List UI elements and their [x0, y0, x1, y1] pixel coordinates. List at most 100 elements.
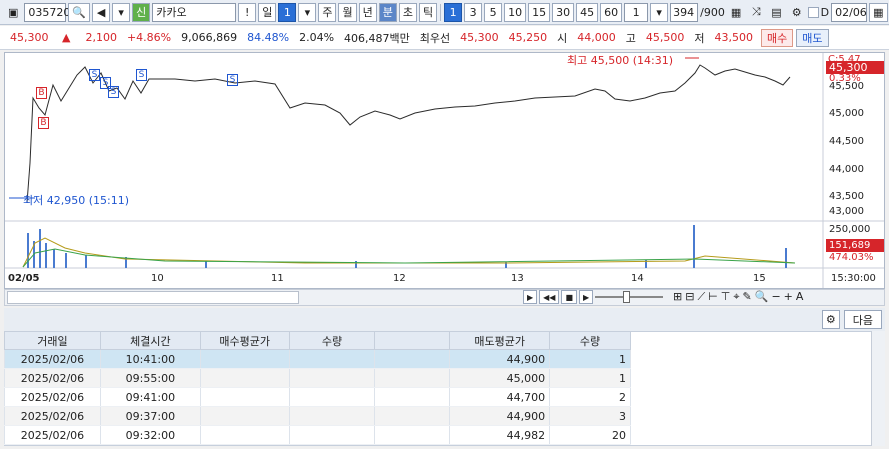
cell-date: 2025/02/06	[4, 406, 101, 426]
col-sell-avg[interactable]: 매도평균가	[449, 331, 551, 350]
cursor-icon[interactable]: ⊤	[721, 290, 731, 304]
period-tick[interactable]: 틱	[418, 2, 438, 22]
best-label: 최우선	[419, 31, 451, 45]
bid-price: 45,300	[460, 31, 499, 44]
page-input[interactable]: 394	[670, 2, 699, 22]
compare-icon[interactable]: ⤨	[747, 3, 765, 22]
period-minute[interactable]: 분	[378, 2, 397, 22]
interval-45[interactable]: 45	[576, 2, 599, 22]
interval-10[interactable]: 10	[504, 2, 527, 22]
cell-sell-qty: 1	[549, 368, 631, 388]
settings-icon[interactable]: ⚙	[788, 3, 806, 22]
count-input[interactable]: 1	[624, 2, 649, 22]
alert-button[interactable]: !	[238, 2, 257, 22]
stock-name-field[interactable]: 카카오	[152, 2, 237, 22]
sell-button[interactable]: 매도	[796, 28, 829, 47]
cell-buy-avg	[199, 387, 290, 407]
table-row[interactable]: 2025/02/06 09:55:00 45,000 1	[4, 368, 631, 388]
date-input[interactable]: 02/06	[831, 2, 868, 22]
count-dropdown-icon[interactable]: ▾	[650, 2, 669, 22]
low-note: 최저 42,950 (15:11)	[23, 194, 130, 207]
period-dropdown-icon[interactable]: ▾	[298, 2, 317, 22]
chart-scrollbar[interactable]: ▶ ◀◀ ■ ▶ ⊞ ⊟ ⟋ ⊢ ⊤ ⌖ ✎ 🔍 − + A	[4, 289, 885, 306]
interval-30[interactable]: 30	[552, 2, 575, 22]
table-row[interactable]: 2025/02/06 09:32:00 44,982 20	[4, 425, 631, 445]
cell-sell-qty: 1	[549, 349, 631, 369]
price-chart[interactable]: 최고 45,500 (14:31) 최저 42,950 (15:11) B B …	[4, 52, 885, 289]
credit-badge: 신	[132, 2, 151, 22]
table-row[interactable]: 2025/02/06 09:41:00 44,700 2	[4, 387, 631, 407]
scroll-right-icon[interactable]: ▶	[523, 290, 538, 304]
play-icon[interactable]: ▶	[579, 290, 594, 304]
calendar-icon[interactable]: ▦	[869, 2, 888, 22]
low-label: 저	[694, 31, 705, 45]
stop-icon[interactable]: ■	[561, 290, 578, 304]
period-count[interactable]: 1	[278, 2, 297, 22]
cell-buy-qty	[288, 406, 376, 426]
col-blank	[374, 331, 451, 350]
cell-date: 2025/02/06	[4, 387, 101, 407]
col-trade-date[interactable]: 거래일	[4, 331, 101, 350]
speaker-icon[interactable]: ◀	[92, 2, 111, 22]
cell-buy-avg	[199, 406, 290, 426]
table-vertical-scrollbar[interactable]	[871, 331, 885, 446]
vol-tick-2: 151,689	[826, 239, 884, 252]
cell-sell-avg: 44,900	[449, 349, 551, 369]
period-second[interactable]: 초	[398, 2, 417, 22]
table-header: 거래일 체결시간 매수평균가 수량 매도평균가 수량	[4, 331, 631, 350]
cell-time: 09:32:00	[99, 425, 201, 445]
crosshair-icon[interactable]: ⌖	[733, 290, 739, 304]
date-checkbox[interactable]	[807, 6, 819, 18]
col-exec-time[interactable]: 체결시간	[99, 331, 201, 350]
interval-5[interactable]: 5	[484, 2, 503, 22]
rewind-icon[interactable]: ◀◀	[539, 290, 560, 304]
scroll-thumb[interactable]	[7, 291, 299, 304]
grid-icon[interactable]: ⊟	[685, 290, 694, 304]
quote-bar: 45,300 ▲ 2,100 +4.86% 9,066,869 84.48% 2…	[0, 26, 889, 50]
col-sell-qty[interactable]: 수량	[549, 331, 631, 350]
cell-blank	[374, 349, 451, 369]
period-week[interactable]: 주	[318, 2, 337, 22]
table-row[interactable]: 2025/02/06 09:37:00 44,900 3	[4, 406, 631, 426]
buy-button[interactable]: 매수	[761, 28, 794, 47]
zoom-box-icon[interactable]: ⊞	[673, 290, 682, 304]
zoom-in-icon[interactable]: +	[784, 290, 793, 304]
save-icon[interactable]: ▤	[767, 3, 785, 22]
window-icon[interactable]: ▣	[4, 3, 22, 22]
line-icon[interactable]: ⟋	[697, 290, 705, 304]
grid-settings-icon[interactable]: ⚙	[821, 310, 840, 329]
period-day[interactable]: 일	[258, 2, 277, 22]
zoom-slider-thumb[interactable]	[623, 291, 630, 303]
current-price: 45,300 ▲	[10, 31, 71, 44]
zoom-out-icon[interactable]: −	[771, 290, 780, 304]
next-button[interactable]: 다음	[843, 310, 882, 329]
cell-buy-avg	[199, 368, 290, 388]
text-tool-icon[interactable]: A	[796, 290, 804, 304]
amount: 406,487백만	[344, 31, 410, 45]
interval-1[interactable]: 1	[444, 2, 463, 22]
menu-icon[interactable]: ▾	[112, 2, 131, 22]
open-label: 시	[557, 31, 568, 45]
cell-sell-qty: 20	[549, 425, 631, 445]
search-icon[interactable]: 🔍	[68, 2, 91, 22]
col-buy-avg[interactable]: 매수평균가	[199, 331, 290, 350]
x-tick-2: 10	[151, 273, 164, 284]
cell-buy-qty	[288, 425, 376, 445]
interval-3[interactable]: 3	[464, 2, 483, 22]
stock-code-input[interactable]: 035720	[24, 2, 70, 22]
interval-15[interactable]: 15	[528, 2, 551, 22]
interval-60[interactable]: 60	[600, 2, 623, 22]
open-price: 44,000	[577, 31, 616, 44]
signal-s-4: S	[136, 69, 147, 81]
col-buy-qty[interactable]: 수량	[288, 331, 376, 350]
draw-icon[interactable]: ✎	[743, 290, 752, 304]
high-price: 45,500	[645, 31, 685, 44]
period-month[interactable]: 월	[338, 2, 357, 22]
candle-icon[interactable]: ▦	[727, 3, 745, 22]
magnify-icon[interactable]: 🔍	[755, 290, 769, 304]
cell-sell-avg: 44,700	[449, 387, 551, 407]
measure-icon[interactable]: ⊢	[708, 290, 718, 304]
table-row[interactable]: 2025/02/06 10:41:00 44,900 1	[4, 349, 631, 369]
period-year[interactable]: 년	[358, 2, 377, 22]
ask-price: 45,250	[508, 31, 548, 44]
